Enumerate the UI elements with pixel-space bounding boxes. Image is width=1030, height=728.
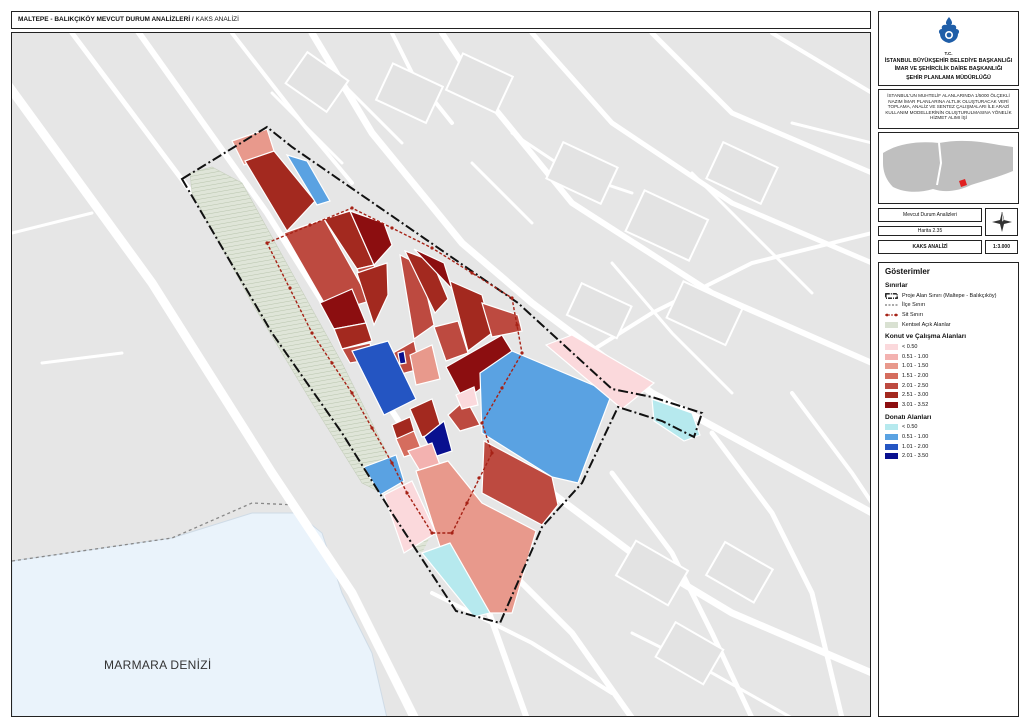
- legend-item-residential-kaks-label: 2.51 - 3.00: [902, 392, 929, 399]
- org-name-1: İSTANBUL BÜYÜKŞEHİR BELEDİYE BAŞKANLIĞI: [884, 58, 1013, 64]
- legend-item-facility-kaks-swatch: [885, 443, 898, 450]
- legend-item-facility-kaks-4: 2.01 - 3.50: [885, 451, 1012, 461]
- legend-item-residential-kaks-label: 0.51 - 1.00: [902, 353, 929, 360]
- map-subtitle: KAKS ANALİZİ: [193, 16, 239, 23]
- legend-item-facility-kaks-swatch: [885, 433, 898, 440]
- legend-item-residential-kaks-swatch: [885, 372, 898, 379]
- legend-item-residential-kaks-2: 0.51 - 1.00: [885, 352, 1012, 362]
- org-name-2: İMAR VE ŞEHİRCİLİK DAİRE BAŞKANLIĞI: [894, 66, 1003, 73]
- map-title: MALTEPE - BALIKÇIKÖY MEVCUT DURUM ANALİZ…: [18, 16, 194, 23]
- legend-item-residential-kaks-swatch: [885, 363, 898, 370]
- map-info-box: Mevcut Durum Analizleri Harita 2.35 KAKS…: [878, 208, 1019, 258]
- legend-section-facilities: Donatı Alanları: [885, 413, 932, 421]
- map-title-bar: MALTEPE - BALIKÇIKÖY MEVCUT DURUM ANALİZ…: [11, 11, 871, 29]
- legend-item-district-boundary: İlçe Sınırı: [885, 302, 926, 309]
- legend-item-project-boundary: Proje Alan Sınırı (Maltepe - Balıkçıköy): [885, 291, 1012, 301]
- legend-item-residential-kaks-label: 1.01 - 1.50: [902, 363, 929, 370]
- legend-item-residential-kaks-swatch: [885, 401, 898, 408]
- legend-item-residential-kaks-label: 3.01 - 3.52: [902, 401, 929, 408]
- legend-item-residential-kaks-label: 1.51 - 2.00: [902, 372, 929, 379]
- legend-item-residential-kaks-label: < 0.50: [902, 344, 918, 351]
- analysis-type: Mevcut Durum Analizleri: [878, 208, 982, 222]
- legend-item-residential-kaks-7: 3.01 - 3.52: [885, 400, 1012, 410]
- legend-item-facility-kaks-swatch: [885, 424, 898, 431]
- legend-item-facility-kaks-1: < 0.50: [885, 423, 1012, 433]
- legend-item-facility-kaks-swatch: [885, 453, 898, 460]
- tc-label: T.C.: [944, 51, 953, 56]
- legend-item-residential-kaks-label: 2.01 - 2.50: [902, 382, 929, 389]
- map-scale: 1:3.000: [985, 240, 1018, 254]
- legend-item-residential-kaks-1: < 0.50: [885, 342, 1012, 352]
- legend-item-open-space: Kentsel Açık Alanlar: [885, 320, 1012, 330]
- legend-item-residential-kaks-swatch: [885, 382, 898, 389]
- locator-map: [878, 132, 1019, 204]
- legend-item-facility-kaks-label: 0.51 - 1.00: [902, 433, 929, 440]
- parcel: [397, 350, 407, 365]
- project-description: İSTANBUL'UN MUHTELİF ALANLARINDA 1/5000 …: [878, 89, 1019, 129]
- legend-item-residential-kaks-4: 1.51 - 2.00: [885, 371, 1012, 381]
- locator-map-svg: [879, 133, 1018, 203]
- legend-item-residential-kaks-3: 1.01 - 1.50: [885, 362, 1012, 372]
- legend-item-facility-kaks-label: 2.01 - 3.50: [902, 453, 929, 460]
- map-name: KAKS ANALİZİ: [878, 240, 982, 254]
- legend-item-residential-kaks-5: 2.01 - 2.50: [885, 381, 1012, 391]
- legend-item-residential-kaks-6: 2.51 - 3.00: [885, 390, 1012, 400]
- legend-item-facility-kaks-2: 0.51 - 1.00: [885, 432, 1012, 442]
- org-name-3: ŞEHİR PLANLAMA MÜDÜRLÜĞÜ: [906, 74, 991, 81]
- org-panel: T.C. İSTANBUL BÜYÜKŞEHİR BELEDİYE BAŞKAN…: [878, 11, 1019, 86]
- map-canvas[interactable]: MARMARA DENİZİ: [11, 32, 871, 717]
- legend-item-residential-kaks-swatch: [885, 392, 898, 399]
- north-arrow-icon: [985, 208, 1018, 236]
- legend-item-sit-boundary: Sit Sınırı: [885, 310, 1012, 320]
- legend-item-facility-kaks-3: 1.01 - 2.00: [885, 442, 1012, 452]
- legend-section-residential: Konut ve Çalışma Alanları: [885, 333, 967, 341]
- map-number: Harita 2.35: [878, 226, 982, 236]
- sea-label: MARMARA DENİZİ: [104, 658, 212, 672]
- map-svg: [12, 33, 870, 716]
- legend-item-residential-kaks-swatch: [885, 344, 898, 351]
- legend: Gösterimler Sınırlar Proje Alan Sınırı (…: [878, 262, 1019, 717]
- legend-section-boundaries: Sınırlar: [885, 282, 908, 289]
- legend-item-facility-kaks-label: < 0.50: [902, 424, 918, 431]
- ibb-logo-icon: [938, 17, 959, 43]
- legend-item-facility-kaks-label: 1.01 - 2.00: [902, 443, 929, 450]
- legend-title: Gösterimler: [885, 267, 930, 276]
- legend-item-residential-kaks-swatch: [885, 353, 898, 360]
